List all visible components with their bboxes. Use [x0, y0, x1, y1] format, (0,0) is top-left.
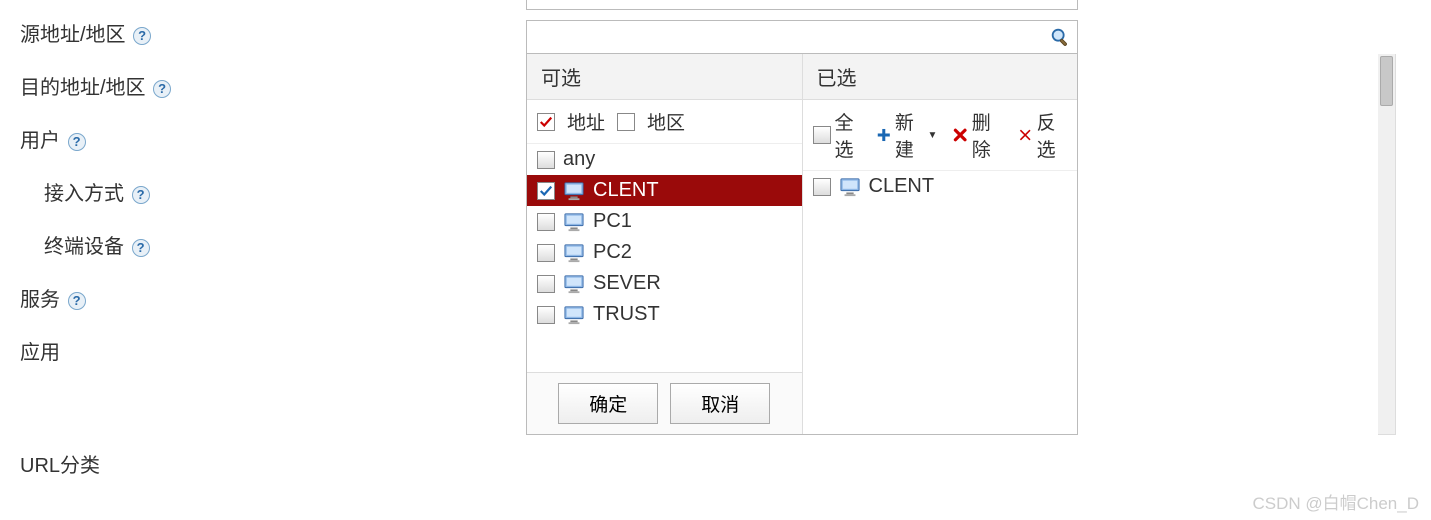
available-header: 可选: [527, 54, 802, 100]
computer-icon: [563, 181, 585, 201]
search-icon[interactable]: [1049, 26, 1071, 48]
nav-user[interactable]: 用户 ?: [20, 124, 290, 153]
chevron-down-icon: ▼: [928, 130, 938, 141]
x-icon: [953, 126, 967, 144]
checkbox[interactable]: [813, 126, 831, 144]
checkbox[interactable]: [813, 178, 831, 196]
selected-column: 已选 全选 新建▼ 删除 反: [803, 54, 1078, 434]
nav-dest-address[interactable]: 目的地址/地区 ?: [20, 71, 290, 100]
nav-label: 服务: [20, 289, 60, 311]
nav-label: 用户: [20, 130, 60, 152]
x-thin-icon: [1018, 126, 1032, 144]
checkbox[interactable]: [537, 306, 555, 324]
filter-row: 地址 地区: [527, 100, 802, 144]
selected-list: CLENT: [803, 171, 1078, 434]
dual-list-picker: 可选 地址 地区 any: [526, 54, 1078, 435]
checkbox[interactable]: [537, 275, 555, 293]
computer-icon: [839, 177, 861, 197]
computer-icon: [563, 243, 585, 263]
selected-header: 已选: [803, 54, 1078, 100]
label: 反选: [1037, 108, 1067, 162]
nav-terminal[interactable]: 终端设备 ?: [44, 230, 290, 259]
computer-icon: [563, 305, 585, 325]
available-column: 可选 地址 地区 any: [527, 54, 803, 434]
new-button[interactable]: 新建 ▼: [877, 108, 937, 162]
help-icon[interactable]: ?: [153, 80, 171, 98]
label: 删除: [972, 108, 1002, 162]
selected-toolbar: 全选 新建 ▼ 删除 反选: [803, 100, 1078, 171]
item-label: any: [563, 148, 595, 171]
item-label: PC1: [593, 210, 632, 233]
select-all-button[interactable]: 全选: [813, 108, 862, 162]
item-label: CLENT: [593, 179, 659, 202]
computer-icon: [563, 212, 585, 232]
nav-source-address[interactable]: 源地址/地区 ?: [20, 18, 290, 47]
search-box[interactable]: [526, 20, 1078, 54]
watermark: CSDN @白帽Chen_D: [1252, 489, 1419, 514]
selector-panel: 可选 地址 地区 any: [526, 0, 1396, 435]
delete-button[interactable]: 删除: [953, 108, 1002, 162]
button-row: 确定 取消: [527, 372, 802, 434]
nav-label: URL分类: [20, 455, 100, 477]
help-icon[interactable]: ?: [68, 292, 86, 310]
available-list: any CLENT: [527, 144, 802, 372]
cancel-button[interactable]: 取消: [670, 383, 770, 424]
computer-icon: [563, 274, 585, 294]
nav-label: 应用: [20, 342, 60, 364]
scrollbar[interactable]: [1378, 54, 1396, 435]
nav-url-category[interactable]: URL分类: [20, 449, 290, 478]
nav-app[interactable]: 应用: [20, 336, 290, 365]
ok-button[interactable]: 确定: [558, 383, 658, 424]
prev-field-strip: [526, 0, 1078, 10]
nav-label: 目的地址/地区: [20, 77, 146, 99]
nav-label: 源地址/地区: [20, 24, 126, 46]
help-icon[interactable]: ?: [133, 27, 151, 45]
help-icon[interactable]: ?: [132, 239, 150, 257]
item-label: CLENT: [869, 175, 935, 198]
help-icon[interactable]: ?: [68, 133, 86, 151]
search-input[interactable]: [535, 26, 1049, 49]
list-item[interactable]: CLENT: [803, 171, 1078, 202]
label: 新建: [895, 108, 924, 162]
checkbox-region[interactable]: [617, 113, 635, 131]
list-item[interactable]: PC2: [527, 237, 802, 268]
list-item[interactable]: TRUST: [527, 299, 802, 330]
item-label: SEVER: [593, 272, 661, 295]
spacer: [1078, 54, 1378, 435]
item-label: PC2: [593, 241, 632, 264]
filter-address-label: 地址: [567, 108, 605, 135]
nav-label: 接入方式: [44, 183, 124, 205]
invert-button[interactable]: 反选: [1018, 108, 1067, 162]
checkbox[interactable]: [537, 213, 555, 231]
list-item[interactable]: SEVER: [527, 268, 802, 299]
nav-access-mode[interactable]: 接入方式 ?: [44, 177, 290, 206]
nav-service[interactable]: 服务 ?: [20, 283, 290, 312]
scrollbar-thumb[interactable]: [1380, 56, 1393, 106]
plus-icon: [877, 126, 891, 144]
nav-label: 终端设备: [44, 236, 124, 258]
list-item[interactable]: any: [527, 144, 802, 175]
left-nav: 源地址/地区 ? 目的地址/地区 ? 用户 ? 接入方式 ? 终端设备 ? 服务…: [0, 0, 300, 512]
checkbox[interactable]: [537, 244, 555, 262]
label: 全选: [835, 108, 862, 162]
list-item[interactable]: PC1: [527, 206, 802, 237]
item-label: TRUST: [593, 303, 660, 326]
checkbox[interactable]: [537, 182, 555, 200]
checkbox[interactable]: [537, 151, 555, 169]
list-item[interactable]: CLENT: [527, 175, 802, 206]
help-icon[interactable]: ?: [132, 186, 150, 204]
checkbox-address[interactable]: [537, 113, 555, 131]
filter-region-label: 地区: [647, 108, 685, 135]
